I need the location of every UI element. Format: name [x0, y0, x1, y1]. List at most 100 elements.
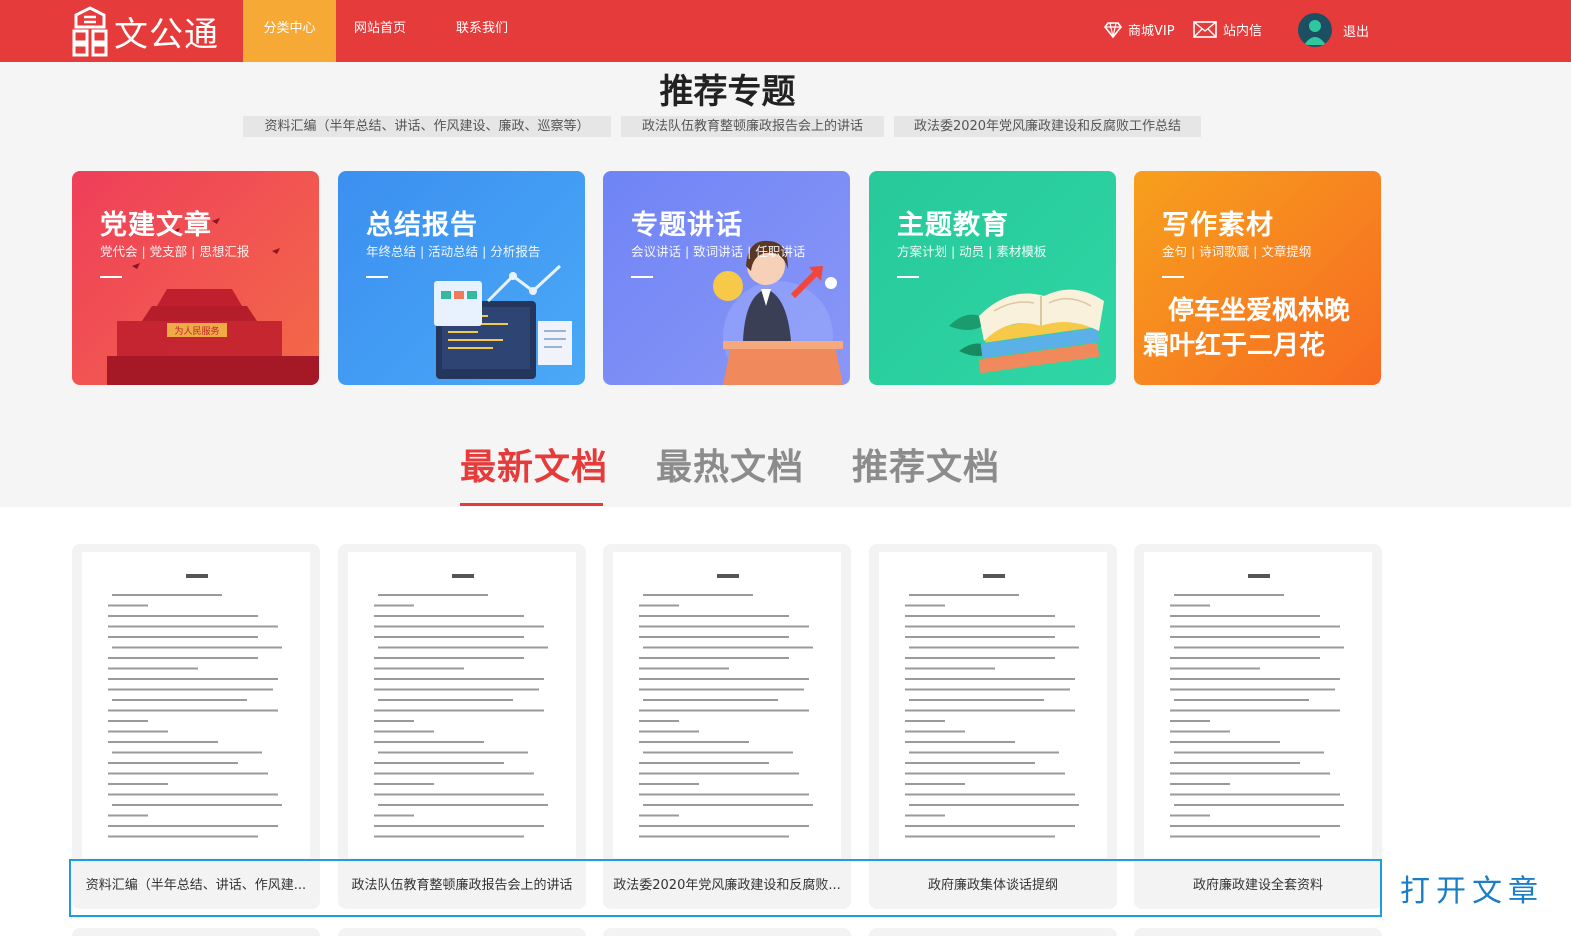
thumbnail-text-line — [639, 762, 769, 764]
thumbnail-text-line — [1174, 594, 1284, 596]
tab-recommended-docs[interactable]: 推荐文档 — [852, 438, 1000, 490]
thumbnail-text-line — [374, 688, 539, 691]
thumbnail-text-line — [909, 646, 1079, 649]
nav-contact[interactable]: 联系我们 — [438, 0, 529, 62]
thumbnail-text-line — [378, 646, 548, 649]
nav-home[interactable]: 网站首页 — [336, 0, 438, 62]
thumbnail-heading-line — [1248, 574, 1270, 578]
topic-tag[interactable]: 政法委2020年党风廉政建设和反腐败工作总结 — [894, 116, 1201, 137]
category-title: 主题教育 — [897, 210, 1009, 241]
thumbnail-text-line — [905, 814, 945, 817]
thumbnail-text-line — [374, 657, 524, 659]
message-link[interactable]: 站内信 — [1193, 20, 1262, 39]
user-avatar[interactable] — [1298, 13, 1332, 47]
thumbnail-text-line — [1174, 751, 1324, 754]
thumbnail-text-line — [1170, 667, 1260, 670]
thumbnail-text-line — [909, 594, 1019, 596]
document-card[interactable]: 政府廉政建设全套资料 — [1134, 544, 1382, 909]
thumbnail-text-line — [639, 835, 789, 838]
thumbnail-text-line — [1170, 657, 1320, 659]
thumbnail-text-line — [639, 772, 799, 775]
tab-hot-docs[interactable]: 最热文档 — [656, 438, 804, 490]
thumbnail-text-line — [1170, 709, 1340, 712]
thumbnail-text-line — [905, 615, 1055, 617]
thumbnail-text-line — [108, 678, 278, 680]
thumbnail-text-line — [108, 625, 278, 628]
thumbnail-text-line — [639, 709, 809, 712]
topics-title: 推荐专题 — [659, 72, 796, 112]
document-card[interactable]: 资料汇编（半年总结、讲话、作风建... — [72, 544, 320, 909]
thumbnail-text-line — [639, 625, 809, 628]
tab-latest-docs[interactable]: 最新文档 — [460, 438, 608, 490]
thumbnail-text-line — [909, 699, 1044, 701]
category-title: 党建文章 — [100, 210, 212, 241]
thumbnail-text-line — [639, 657, 789, 659]
thumbnail-text-line — [1174, 646, 1344, 649]
thumbnail-text-line — [108, 783, 168, 785]
thumbnail-text-line — [1170, 678, 1340, 680]
thumbnail-text-line — [374, 730, 434, 733]
thumbnail-text-line — [112, 804, 282, 806]
thumbnail-text-line — [905, 667, 995, 670]
topic-tag[interactable]: 资料汇编（半年总结、讲话、作风建设、廉政、巡察等） — [243, 116, 611, 137]
thumbnail-text-line — [374, 741, 484, 743]
logo-emblem-icon — [72, 6, 108, 57]
category-card-speech[interactable]: 专题讲话 会议讲话 | 致词讲话 | 任职讲话 — [603, 171, 850, 385]
document-title[interactable]: 政府廉政集体谈话提纲 — [877, 874, 1109, 893]
thumbnail-text-line — [905, 678, 1075, 680]
topic-tag[interactable]: 政法队伍教育整顿廉政报告会上的讲话 — [621, 116, 884, 137]
logout-link[interactable]: 退出 — [1343, 21, 1369, 40]
site-logo[interactable]: 文公通 — [70, 4, 219, 58]
thumbnail-text-line — [378, 699, 513, 701]
thumbnail-text-line — [643, 751, 793, 754]
category-card-party[interactable]: 为人民服务 党建文章 党代会 | 党支部 | 思想汇报 — [72, 171, 319, 385]
thumbnail-text-line — [639, 636, 789, 638]
thumbnail-text-line — [905, 783, 965, 785]
thumbnail-text-line — [905, 825, 1075, 827]
document-title[interactable]: 政府廉政建设全套资料 — [1142, 874, 1374, 893]
document-card[interactable]: 政府廉政集体谈话提纲 — [869, 544, 1117, 909]
category-subtitle: 方案计划 | 动员 | 素材模板 — [897, 244, 1047, 259]
divider — [366, 276, 388, 278]
thumbnail-text-line — [639, 667, 729, 670]
thumbnail-text-line — [108, 741, 218, 743]
poem-line-2: 霜叶红于二月花 — [1143, 330, 1325, 361]
category-card-material[interactable]: 停车坐爱枫林晚 霜叶红于二月花 写作素材 金句 | 诗词歌赋 | 文章提纲 — [1134, 171, 1381, 385]
thumbnail-text-line — [1174, 699, 1309, 701]
thumbnail-heading-line — [983, 574, 1005, 578]
divider — [1162, 276, 1184, 278]
thumbnail-text-line — [112, 751, 262, 754]
thumbnail-text-line — [112, 699, 247, 701]
nav-category-center[interactable]: 分类中心 — [243, 0, 336, 62]
category-subtitle: 党代会 | 党支部 | 思想汇报 — [100, 244, 250, 259]
thumbnail-text-line — [374, 667, 464, 670]
thumbnail-text-line — [1174, 804, 1344, 806]
document-title[interactable]: 政法队伍教育整顿廉政报告会上的讲话 — [346, 874, 578, 893]
document-card[interactable]: 政法队伍教育整顿廉政报告会上的讲话 — [338, 544, 586, 909]
document-title[interactable]: 政法委2020年党风廉政建设和反腐败... — [611, 874, 843, 893]
thumbnail-text-line — [1170, 636, 1320, 638]
main-nav: 分类中心 网站首页 联系我们 — [243, 0, 529, 62]
thumbnail-text-line — [374, 783, 434, 785]
category-title: 总结报告 — [366, 210, 478, 241]
thumbnail-text-line — [905, 741, 1015, 743]
thumbnail-text-line — [905, 688, 1070, 691]
thumbnail-text-line — [108, 762, 238, 764]
document-title[interactable]: 资料汇编（半年总结、讲话、作风建... — [80, 874, 312, 893]
document-thumbnail — [613, 552, 841, 858]
vip-link[interactable]: 商城VIP — [1104, 20, 1175, 39]
category-subtitle: 年终总结 | 活动总结 | 分析报告 — [366, 244, 541, 259]
thumbnail-text-line — [1170, 604, 1210, 607]
document-card[interactable]: 政法委2020年党风廉政建设和反腐败... — [603, 544, 851, 909]
thumbnail-text-line — [905, 793, 1075, 796]
thumbnail-heading-line — [186, 574, 208, 578]
thumbnail-text-line — [639, 720, 679, 722]
thumbnail-text-line — [108, 720, 148, 722]
document-thumbnail — [1144, 552, 1372, 858]
vip-label: 商城VIP — [1128, 24, 1175, 39]
category-card-report[interactable]: 总结报告 年终总结 | 活动总结 | 分析报告 — [338, 171, 585, 385]
category-card-education[interactable]: 主题教育 方案计划 | 动员 | 素材模板 — [869, 171, 1116, 385]
thumbnail-text-line — [1170, 772, 1330, 775]
thumbnail-text-line — [905, 772, 1065, 775]
thumbnail-text-line — [1170, 688, 1335, 691]
